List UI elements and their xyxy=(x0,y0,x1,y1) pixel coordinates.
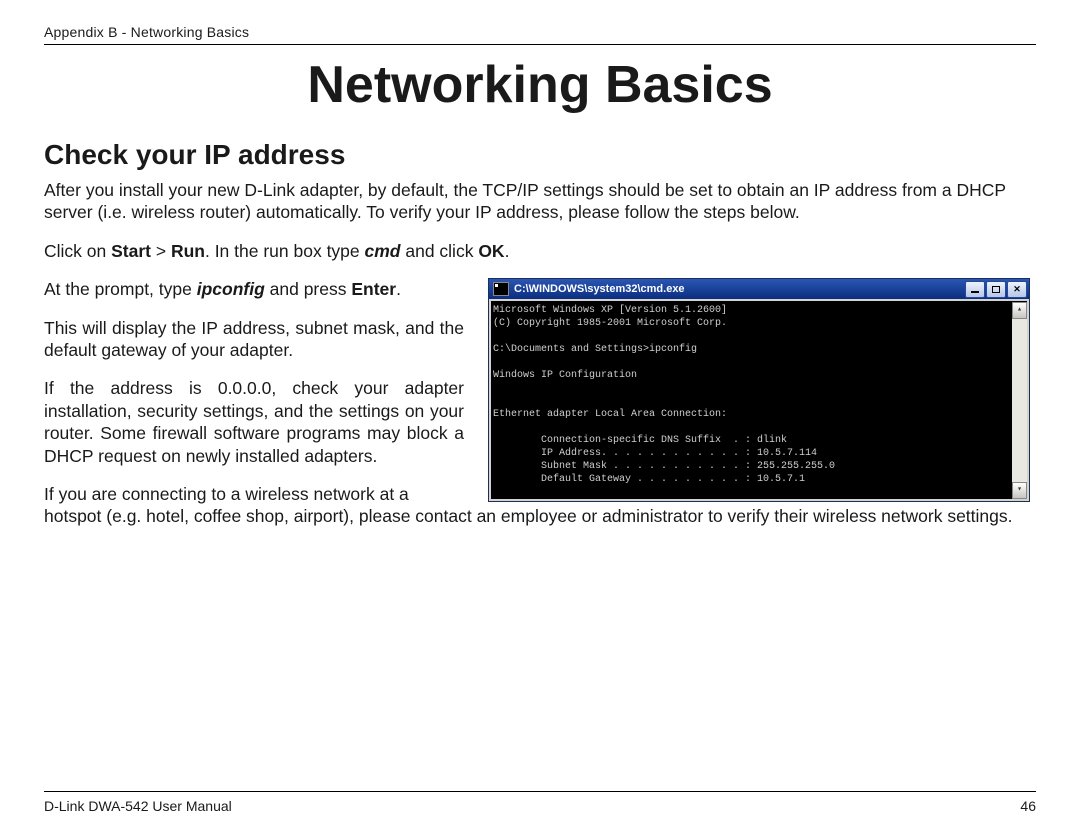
bold-start: Start xyxy=(111,241,151,261)
right-column: C:\WINDOWS\system32\cmd.exe Microsoft Wi… xyxy=(488,278,1036,505)
page-number: 46 xyxy=(1020,798,1036,814)
cmd-window: C:\WINDOWS\system32\cmd.exe Microsoft Wi… xyxy=(488,278,1030,502)
bold-ok: OK xyxy=(478,241,504,261)
text: and press xyxy=(265,279,352,299)
cmd-icon xyxy=(493,282,509,296)
left-column: At the prompt, type ipconfig and press E… xyxy=(44,278,464,505)
bold-enter: Enter xyxy=(351,279,396,299)
cmd-ipconfig: ipconfig xyxy=(197,279,265,299)
text: and click xyxy=(401,241,479,261)
scroll-track[interactable] xyxy=(1012,319,1027,482)
display-paragraph: This will display the IP address, subnet… xyxy=(44,317,464,362)
cmd-title-text: C:\WINDOWS\system32\cmd.exe xyxy=(514,283,685,295)
text: Click on xyxy=(44,241,111,261)
footer-left: D-Link DWA-542 User Manual xyxy=(44,798,232,814)
intro-paragraph: After you install your new D-Link adapte… xyxy=(44,179,1036,224)
maximize-button[interactable] xyxy=(986,281,1006,298)
cmd-output: Microsoft Windows XP [Version 5.1.2600] … xyxy=(493,305,835,499)
cmd-titlebar[interactable]: C:\WINDOWS\system32\cmd.exe xyxy=(489,279,1029,299)
zero-paragraph: If the address is 0.0.0.0, check your ad… xyxy=(44,377,464,467)
bold-run: Run xyxy=(171,241,205,261)
close-button[interactable] xyxy=(1007,281,1027,298)
page: Appendix B - Networking Basics Networkin… xyxy=(0,0,1080,834)
text: . In the run box type xyxy=(205,241,365,261)
cmd-body[interactable]: Microsoft Windows XP [Version 5.1.2600] … xyxy=(491,301,1027,499)
breadcrumb-header: Appendix B - Networking Basics xyxy=(44,24,1036,45)
text: . xyxy=(505,241,510,261)
page-footer: D-Link DWA-542 User Manual 46 xyxy=(44,791,1036,814)
cmd-text: cmd xyxy=(365,241,401,261)
window-buttons xyxy=(965,281,1027,298)
hotspot-full-paragraph: hotspot (e.g. hotel, coffee shop, airpor… xyxy=(44,505,1036,527)
page-title: Networking Basics xyxy=(44,55,1036,115)
cmd-body-frame: Microsoft Windows XP [Version 5.1.2600] … xyxy=(489,299,1029,501)
scrollbar-vertical[interactable]: ▴ ▾ xyxy=(1012,302,1027,499)
step2-paragraph: At the prompt, type ipconfig and press E… xyxy=(44,278,464,300)
section-heading: Check your IP address xyxy=(44,139,1036,171)
minimize-button[interactable] xyxy=(965,281,985,298)
two-column-row: At the prompt, type ipconfig and press E… xyxy=(44,278,1036,505)
step1-paragraph: Click on Start > Run. In the run box typ… xyxy=(44,240,1036,262)
scroll-up-button[interactable]: ▴ xyxy=(1012,302,1027,319)
text: At the prompt, type xyxy=(44,279,197,299)
scroll-down-button[interactable]: ▾ xyxy=(1012,482,1027,499)
text: > xyxy=(151,241,171,261)
hotspot-lead-paragraph: If you are connecting to a wireless netw… xyxy=(44,483,464,505)
text: . xyxy=(396,279,401,299)
